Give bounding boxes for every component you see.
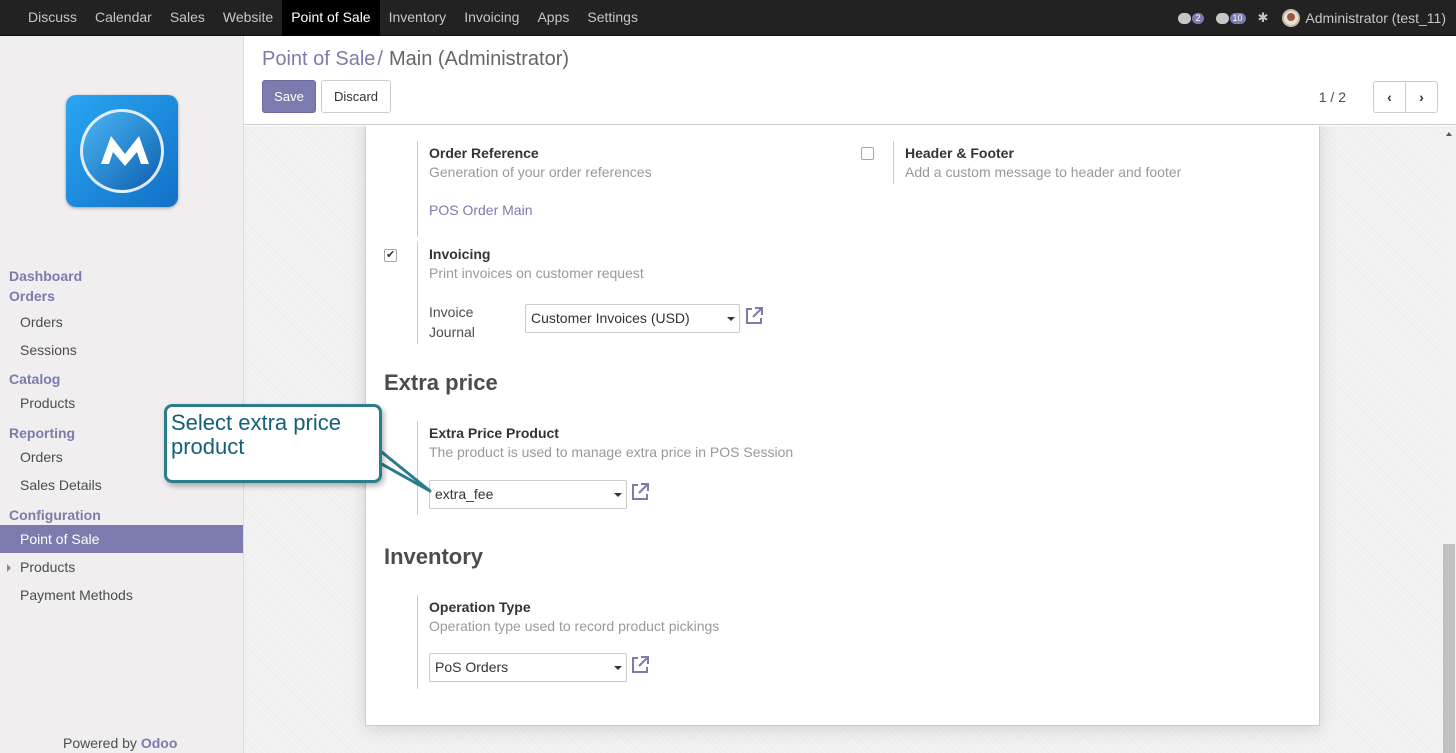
setting-description: Generation of your order references — [429, 164, 652, 180]
setting-title: Extra Price Product — [429, 425, 559, 441]
invoice-journal-label: Invoice Journal — [429, 304, 475, 340]
form-view: Order Reference Generation of your order… — [244, 126, 1456, 753]
sidebar-item-sessions[interactable]: Sessions — [0, 336, 243, 364]
setting-title: Invoicing — [429, 246, 491, 262]
message-count: 10 — [1229, 12, 1246, 24]
logo-ring — [80, 109, 164, 193]
chevron-left-icon: ‹ — [1387, 89, 1392, 105]
chevron-right-icon: › — [1419, 89, 1424, 105]
sidebar-item-payment-methods[interactable]: Payment Methods — [0, 581, 243, 609]
logo-mark-icon — [101, 136, 149, 166]
save-button[interactable]: Save — [262, 80, 316, 113]
sidebar-section-dashboard[interactable]: Dashboard — [0, 266, 243, 286]
sidebar-item-orders[interactable]: Orders — [0, 308, 243, 336]
caret-down-icon — [614, 666, 622, 670]
setting-title: Order Reference — [429, 145, 539, 161]
setting-title: Header & Footer — [905, 145, 1014, 161]
menu-apps[interactable]: Apps — [528, 0, 578, 36]
menu-settings[interactable]: Settings — [578, 0, 647, 36]
setting-description: The product is used to manage extra pric… — [429, 444, 794, 460]
sidebar-item-label: Products — [20, 559, 76, 575]
form-sheet: Order Reference Generation of your order… — [365, 126, 1320, 726]
breadcrumb-separator: / — [377, 48, 383, 70]
company-logo — [66, 95, 178, 207]
menu-website[interactable]: Website — [214, 0, 282, 36]
odoo-link[interactable]: Odoo — [141, 735, 178, 751]
menu-inventory[interactable]: Inventory — [380, 0, 456, 36]
tooltip-callout: Select extra price product — [164, 404, 382, 483]
systray: 2 10 ✱ Administrator (test_11) — [1178, 0, 1456, 36]
sidebar-section-orders[interactable]: Orders — [0, 286, 243, 306]
scroll-thumb[interactable] — [1443, 544, 1455, 753]
chat-icon — [1178, 12, 1192, 24]
breadcrumb-parent[interactable]: Point of Sale — [262, 48, 375, 70]
setting-extra-price-product: Extra Price Product The product is used … — [417, 421, 837, 515]
user-menu[interactable]: Administrator (test_11) — [1305, 10, 1446, 26]
operation-type-select[interactable]: PoS Orders — [429, 653, 627, 682]
powered-by: Powered by Odoo — [63, 735, 178, 751]
avatar[interactable] — [1282, 9, 1301, 27]
external-link-icon[interactable] — [630, 655, 650, 675]
breadcrumb-current: Main (Administrator) — [388, 48, 570, 70]
scroll-up-icon[interactable] — [1446, 132, 1452, 136]
pager-next-button[interactable]: › — [1405, 81, 1438, 113]
sidebar: Dashboard Orders Orders Sessions Catalog… — [0, 36, 244, 753]
menu-sales[interactable]: Sales — [161, 0, 214, 36]
setting-order-reference: Order Reference Generation of your order… — [417, 141, 837, 237]
setting-title: Operation Type — [429, 599, 531, 615]
menu-calendar[interactable]: Calendar — [86, 0, 161, 36]
caret-down-icon — [614, 493, 622, 497]
messages-tray[interactable]: 10 — [1215, 12, 1246, 24]
menu-invoicing[interactable]: Invoicing — [455, 0, 528, 36]
caret-right-icon — [7, 564, 11, 572]
caret-down-icon — [727, 317, 735, 321]
vertical-scrollbar[interactable] — [1442, 126, 1456, 753]
control-panel: Point of Sale / Main (Administrator) Save … — [244, 36, 1456, 125]
external-link-icon[interactable] — [744, 306, 764, 326]
chat-count: 2 — [1192, 12, 1204, 24]
breadcrumb: Point of Sale / Main (Administrator) — [262, 48, 569, 71]
setting-description: Operation type used to record product pi… — [429, 618, 720, 634]
external-link-icon[interactable] — [630, 482, 650, 502]
menu-point-of-sale[interactable]: Point of Sale — [282, 0, 380, 36]
discard-button[interactable]: Discard — [321, 80, 391, 113]
pager-previous-button[interactable]: ‹ — [1373, 81, 1406, 113]
comments-icon — [1215, 12, 1229, 24]
callout-text: Select extra price product — [171, 410, 341, 459]
sidebar-item-point-of-sale[interactable]: Point of Sale — [0, 525, 243, 553]
menu-discuss[interactable]: Discuss — [19, 0, 86, 36]
sidebar-section-catalog[interactable]: Catalog — [0, 369, 243, 389]
sidebar-section-configuration[interactable]: Configuration — [0, 505, 243, 525]
invoicing-checkbox[interactable] — [384, 248, 397, 262]
setting-operation-type: Operation Type Operation type used to re… — [417, 595, 837, 689]
setting-description: Print invoices on customer request — [429, 265, 644, 281]
extra-price-product-select[interactable]: extra_fee — [429, 480, 627, 509]
chat-tray[interactable]: 2 — [1178, 12, 1204, 24]
sidebar-item-config-products[interactable]: Products — [0, 553, 243, 581]
setting-header-footer: Header & Footer Add a custom message to … — [893, 141, 1293, 184]
section-extra-price: Extra price — [384, 370, 498, 395]
setting-invoicing: Invoicing Print invoices on customer req… — [417, 242, 837, 344]
invoice-journal-select[interactable]: Customer Invoices (USD) — [525, 304, 740, 333]
top-navbar: Discuss Calendar Sales Website Point of … — [0, 0, 1456, 36]
header-footer-checkbox[interactable] — [861, 147, 874, 160]
app-menu: Discuss Calendar Sales Website Point of … — [19, 0, 647, 36]
bug-icon[interactable]: ✱ — [1258, 10, 1269, 26]
setting-description: Add a custom message to header and foote… — [905, 164, 1182, 180]
section-inventory: Inventory — [384, 544, 484, 569]
pager-value: 1 / 2 — [1318, 89, 1346, 105]
pos-order-main-link[interactable]: POS Order Main — [429, 202, 652, 218]
